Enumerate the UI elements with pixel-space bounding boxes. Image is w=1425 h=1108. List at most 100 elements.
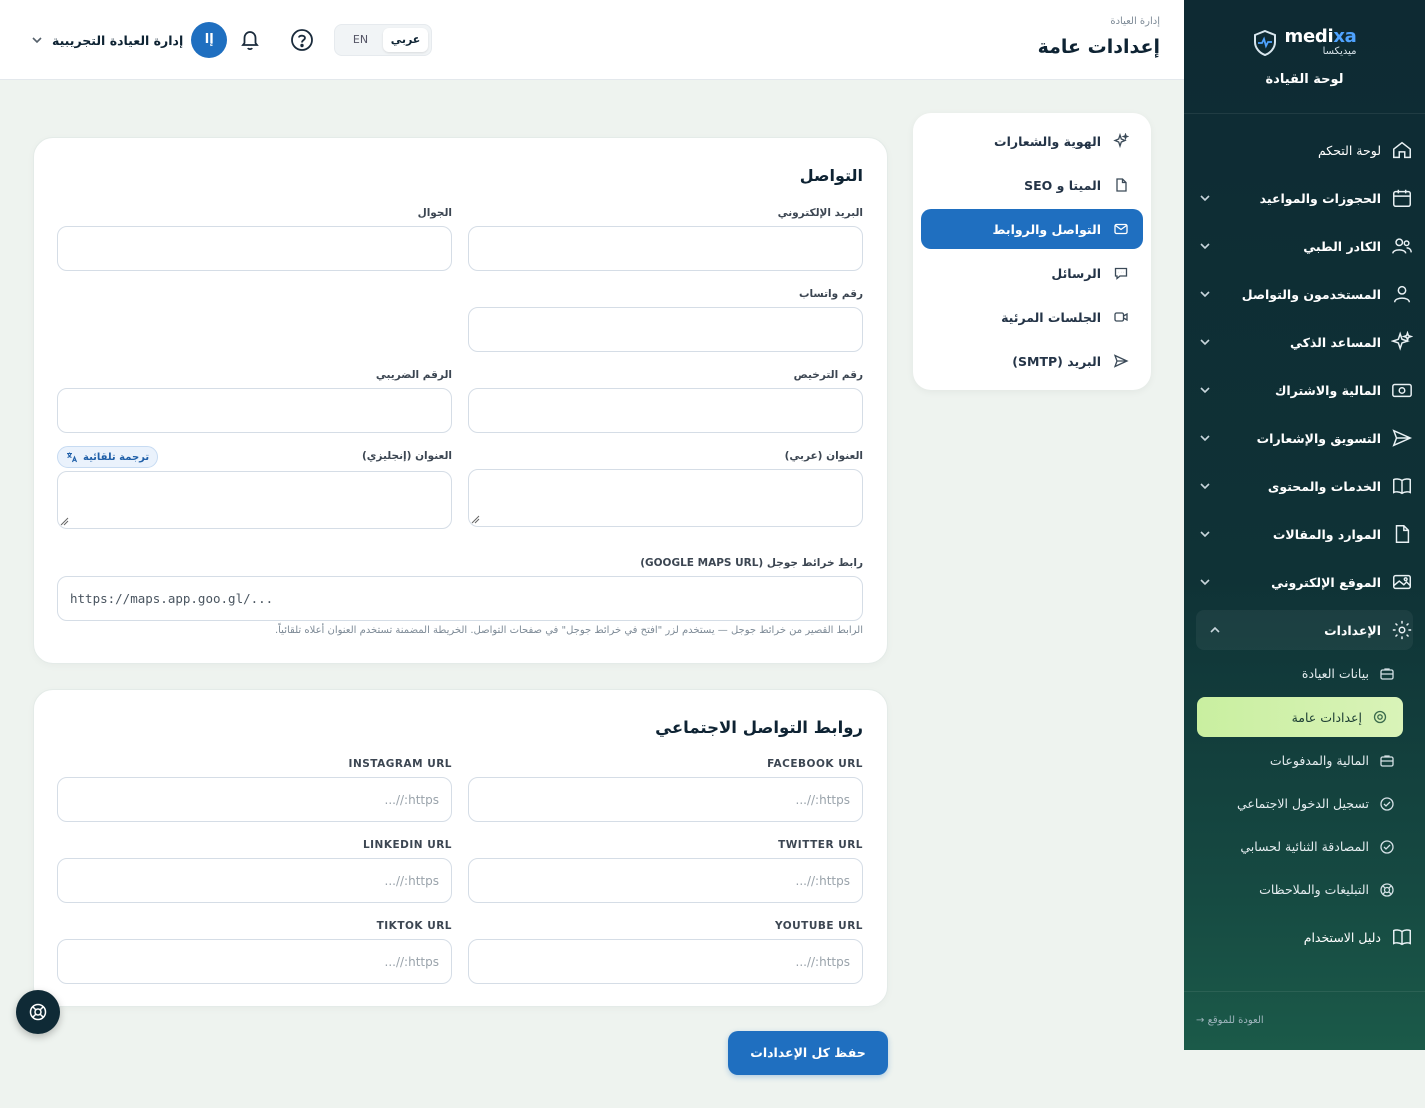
lang-en-option[interactable]: EN xyxy=(338,28,383,52)
book-icon xyxy=(1393,478,1411,495)
twitter-label: TWITTER URL xyxy=(778,839,863,851)
check-circle-icon xyxy=(1380,839,1394,854)
auto-translate-button[interactable]: ترجمة تلقائية xyxy=(57,446,159,468)
user-menu[interactable]: إا إدارة العيادة التجريبية xyxy=(30,22,228,58)
instagram-label: INSTAGRAM URL xyxy=(348,758,452,770)
tab-video-sessions[interactable]: الجلسات المرئية xyxy=(921,297,1143,337)
sidebar-item-label: لوحة التحكم xyxy=(1317,142,1381,158)
address-ar-field[interactable] xyxy=(468,469,863,527)
sidebar-item-settings[interactable]: الإعدادات xyxy=(1196,610,1413,650)
sparkles-icon xyxy=(1113,133,1129,149)
whatsapp-field[interactable] xyxy=(468,307,863,352)
address-en-field-group: العنوان (إنجليزي) ترجمة تلقائية xyxy=(57,446,452,529)
chevron-down-icon xyxy=(1200,339,1210,346)
linkedin-field-group: LINKEDIN URL https://... xyxy=(57,839,452,903)
resize-grip-icon[interactable] xyxy=(60,517,69,526)
tax-field[interactable] xyxy=(57,388,452,433)
sidebar-item-users[interactable]: المستخدمون والتواصل xyxy=(1184,270,1425,318)
sidebar-item-label: الموقع الإلكتروني xyxy=(1271,574,1381,590)
settings-submenu: بيانات العيادة إعدادات عامة المالية والم… xyxy=(1184,650,1425,911)
sidebar: medixa ميديكسا لوحة القيادة لوحة التحكم … xyxy=(1184,0,1425,1050)
support-fab[interactable] xyxy=(16,990,60,1034)
sidebar-item-resources[interactable]: الموارد والمقالات xyxy=(1184,510,1425,558)
sidebar-item-ai-assistant[interactable]: المساعد الذكي xyxy=(1184,318,1425,366)
sidebar-item-label: الإعدادات xyxy=(1324,622,1381,638)
tiktok-label: TIKTOK URL xyxy=(376,920,452,932)
sidebar-item-label: الموارد والمقالات xyxy=(1272,526,1381,542)
address-en-field[interactable] xyxy=(57,471,452,529)
instagram-field-group: INSTAGRAM URL https://... xyxy=(57,758,452,822)
sidebar-item-user-guide[interactable]: دليل الاستخدام xyxy=(1184,913,1425,961)
youtube-url-field[interactable]: https://... xyxy=(468,939,863,984)
file-icon xyxy=(1395,525,1410,543)
license-field[interactable] xyxy=(468,388,863,433)
bell-icon[interactable] xyxy=(237,27,263,53)
avatar: إا xyxy=(191,22,228,58)
sidebar-item-label: دليل الاستخدام xyxy=(1303,929,1381,945)
sidebar-item-dashboard[interactable]: لوحة التحكم xyxy=(1184,126,1425,174)
tab-label: الرسائل xyxy=(1051,265,1101,281)
chevron-down-icon xyxy=(1200,291,1210,298)
sidebar-subitem-clinic-data[interactable]: بيانات العيادة xyxy=(1184,652,1425,695)
whatsapp-field-group: رقم واتساب xyxy=(468,288,863,352)
sidebar-item-label: المساعد الذكي xyxy=(1290,334,1381,350)
linkedin-url-field[interactable]: https://... xyxy=(57,858,452,903)
save-all-button[interactable]: حفظ كل الإعدادات xyxy=(728,1031,888,1075)
back-to-site-link[interactable]: العودة للموقع → xyxy=(1184,1015,1425,1026)
social-card: روابط التواصل الاجتماعي FACEBOOK URL htt… xyxy=(33,689,888,1007)
brand-name-ar: ميديكسا xyxy=(1322,46,1357,57)
resize-grip-icon[interactable] xyxy=(471,515,480,524)
sidebar-subitem-2fa[interactable]: المصادقة الثنائية لحسابي xyxy=(1184,825,1425,868)
address-ar-label: العنوان (عربي) xyxy=(784,450,863,462)
mobile-field[interactable] xyxy=(57,226,452,271)
chevron-up-icon xyxy=(1210,626,1220,633)
social-title: روابط التواصل الاجتماعي xyxy=(655,718,863,737)
sidebar-item-bookings[interactable]: الحجوزات والمواعيد xyxy=(1184,174,1425,222)
help-icon[interactable] xyxy=(289,27,315,53)
top-header: إدارة العيادة إعدادات عامة EN عربي إا إد… xyxy=(0,0,1184,80)
email-field-group: البريد الإلكتروني xyxy=(468,207,863,271)
sidebar-item-website[interactable]: الموقع الإلكتروني xyxy=(1184,558,1425,606)
brand-name: medixa xyxy=(1284,26,1357,47)
instagram-url-field[interactable]: https://... xyxy=(57,777,452,822)
chevron-down-icon xyxy=(32,37,42,44)
brand: medixa ميديكسا لوحة القيادة xyxy=(1184,0,1425,114)
lang-ar-option[interactable]: عربي xyxy=(383,28,428,52)
twitter-field-group: TWITTER URL https://... xyxy=(468,839,863,903)
sidebar-item-label: المالية والاشتراك xyxy=(1274,382,1381,398)
address-en-label: العنوان (إنجليزي) xyxy=(362,450,452,462)
tab-label: الهوية والشعارات xyxy=(994,133,1101,149)
sidebar-item-marketing[interactable]: التسويق والإشعارات xyxy=(1184,414,1425,462)
maps-field-group: رابط خرائط جوجل (GOOGLE MAPS URL) https:… xyxy=(57,557,863,621)
whatsapp-label: رقم واتساب xyxy=(798,288,863,300)
tab-smtp[interactable]: البريد (SMTP) xyxy=(921,341,1143,381)
mobile-field-group: الجوال xyxy=(57,207,452,271)
maps-url-field[interactable]: https://maps.app.goo.gl/... xyxy=(57,576,863,621)
twitter-url-field[interactable]: https://... xyxy=(468,858,863,903)
chevron-down-icon xyxy=(1200,483,1210,490)
sidebar-item-finance[interactable]: المالية والاشتراك xyxy=(1184,366,1425,414)
sidebar-item-services[interactable]: الخدمات والمحتوى xyxy=(1184,462,1425,510)
briefcase-icon xyxy=(1380,754,1394,767)
email-field[interactable] xyxy=(468,226,863,271)
breadcrumb[interactable]: إدارة العيادة xyxy=(1110,16,1160,27)
tab-messages[interactable]: الرسائل xyxy=(921,253,1143,293)
sidebar-subitem-social-login[interactable]: تسجيل الدخول الاجتماعي xyxy=(1184,782,1425,825)
maps-label: رابط خرائط جوجل (GOOGLE MAPS URL) xyxy=(640,557,863,569)
tiktok-url-field[interactable]: https://... xyxy=(57,939,452,984)
sidebar-item-medical-staff[interactable]: الكادر الطبي xyxy=(1184,222,1425,270)
sidebar-item-label: الحجوزات والمواعيد xyxy=(1259,190,1381,206)
tab-contact-links[interactable]: التواصل والروابط xyxy=(921,209,1143,249)
divider xyxy=(1184,991,1425,992)
sidebar-subitem-payments[interactable]: المالية والمدفوعات xyxy=(1184,739,1425,782)
sidebar-subitem-reports[interactable]: التبليغات والملاحظات xyxy=(1184,868,1425,911)
gear-icon xyxy=(1373,710,1387,724)
facebook-url-field[interactable]: https://... xyxy=(468,777,863,822)
tab-meta-seo[interactable]: الميتا و SEO xyxy=(921,165,1143,205)
tab-identity[interactable]: الهوية والشعارات xyxy=(921,121,1143,161)
sidebar-subitem-general-settings[interactable]: إعدادات عامة xyxy=(1197,697,1403,737)
home-icon xyxy=(1393,141,1411,159)
cash-icon xyxy=(1392,383,1412,398)
email-label: البريد الإلكتروني xyxy=(777,207,863,219)
sidebar-item-label: الكادر الطبي xyxy=(1303,238,1381,254)
